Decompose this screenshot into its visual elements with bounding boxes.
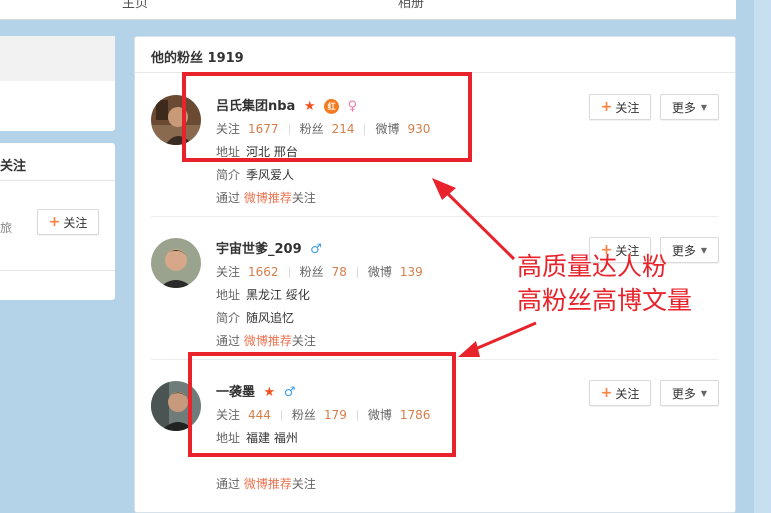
- follow-button[interactable]: + 关注: [589, 380, 651, 406]
- annotation-line1: 高质量达人粉: [517, 252, 668, 281]
- via-label: 通过: [216, 191, 241, 205]
- left-card-title: 关注: [0, 159, 27, 174]
- left-card-banner: [0, 36, 115, 81]
- via-suffix: 关注: [291, 477, 316, 491]
- fans-stat-label: 粉丝: [299, 265, 324, 279]
- via-label: 通过: [216, 477, 241, 491]
- fan-intro: 简介 季风爱人: [216, 166, 294, 183]
- caret-down-icon: ▼: [700, 388, 708, 398]
- tab-home[interactable]: 主页: [122, 0, 148, 11]
- male-icon: ♂: [310, 242, 322, 257]
- via-link[interactable]: 微博推荐: [244, 477, 292, 491]
- caret-down-icon: ▼: [700, 102, 708, 112]
- fan-via: 通过 微博推荐关注: [216, 189, 316, 206]
- follow-button-label: 关注: [615, 100, 640, 115]
- more-button[interactable]: 更多 ▼: [660, 94, 719, 120]
- via-suffix: 关注: [291, 191, 316, 205]
- plus-icon: +: [600, 99, 613, 115]
- more-button-label: 更多: [671, 243, 696, 258]
- tab-album[interactable]: 相册: [398, 0, 424, 11]
- followers-count[interactable]: 78: [332, 265, 347, 279]
- avatar[interactable]: [151, 238, 201, 288]
- fan-name[interactable]: 宇宙世爹_209 ♂: [216, 238, 322, 257]
- fans-header: 他的粉丝 1919: [151, 51, 244, 66]
- address-label: 地址: [216, 288, 241, 302]
- fan-via: 通过 微博推荐关注: [216, 332, 316, 349]
- plus-icon: +: [48, 214, 61, 230]
- address-value: 黑龙江 绥化: [246, 288, 310, 302]
- intro-label: 简介: [216, 168, 241, 182]
- follow-button[interactable]: + 关注: [589, 94, 651, 120]
- more-button-label: 更多: [671, 100, 696, 115]
- divider: [0, 180, 115, 181]
- caret-down-icon: ▼: [700, 245, 708, 255]
- via-suffix: 关注: [291, 334, 316, 348]
- plus-icon: +: [600, 385, 613, 401]
- divider: [0, 270, 115, 271]
- fan-name-text[interactable]: 宇宙世爹_209: [216, 242, 302, 257]
- top-tab-strip: 主页 相册: [0, 0, 736, 20]
- divider: [288, 267, 290, 278]
- divider: [356, 267, 358, 278]
- via-link[interactable]: 微博推荐: [244, 334, 292, 348]
- follow-label: 关注: [63, 215, 88, 230]
- following-count[interactable]: 1662: [248, 265, 279, 279]
- weibo-stat-label: 微博: [367, 265, 392, 279]
- annotation-line2: 高粉丝高博文量: [517, 286, 693, 315]
- fan-address: 地址 黑龙江 绥化: [216, 286, 310, 303]
- follow-button-label: 关注: [615, 386, 640, 401]
- follow-stat-label: 关注: [216, 265, 241, 279]
- more-button[interactable]: 更多 ▼: [660, 380, 719, 406]
- via-label: 通过: [216, 334, 241, 348]
- intro-label: 简介: [216, 311, 241, 325]
- more-button-label: 更多: [671, 386, 696, 401]
- left-follow-button[interactable]: + 关注: [37, 209, 99, 235]
- highlight-box: [182, 72, 472, 162]
- weibo-count[interactable]: 139: [400, 265, 423, 279]
- intro-value: 季风爱人: [246, 168, 295, 182]
- left-card-profile: [0, 36, 115, 131]
- highlight-box: [188, 352, 456, 457]
- left-card-snippet: 旅: [0, 221, 13, 235]
- fan-via: 通过 微博推荐关注: [216, 475, 316, 492]
- left-card-follows: 关注 旅 + 关注: [0, 143, 115, 300]
- divider: [151, 216, 719, 217]
- fan-intro: 简介 随风追忆: [216, 309, 294, 326]
- via-link[interactable]: 微博推荐: [244, 191, 292, 205]
- right-gutter: [754, 0, 771, 513]
- more-button[interactable]: 更多 ▼: [660, 237, 719, 263]
- fan-stats: 关注 1662 粉丝 78 微博 139: [216, 263, 423, 280]
- intro-value: 随风追忆: [246, 311, 295, 325]
